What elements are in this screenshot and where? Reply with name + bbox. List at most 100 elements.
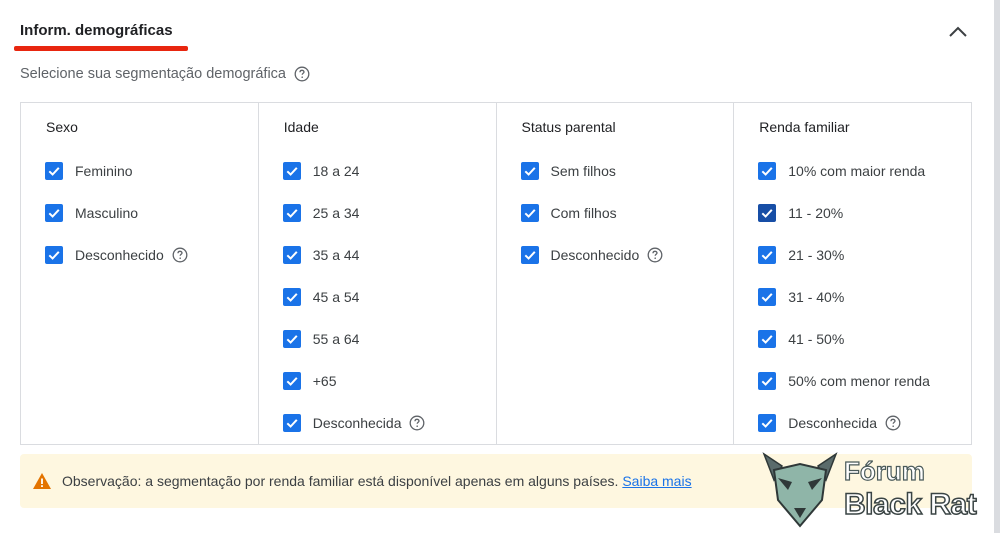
help-icon[interactable]: [647, 247, 663, 263]
checkbox-option[interactable]: 55 a 64: [282, 327, 360, 351]
checkbox[interactable]: [520, 162, 539, 180]
note-text: Observação: a segmentação por renda fami…: [62, 473, 692, 489]
column-title: Sexo: [46, 119, 78, 135]
checkbox-option[interactable]: Desconhecida: [282, 411, 426, 435]
checkbox[interactable]: [758, 414, 777, 432]
subtitle: Selecione sua segmentação demográfica: [20, 66, 286, 82]
checkbox-option[interactable]: 41 - 50%: [758, 327, 844, 351]
checkbox-option[interactable]: 35 a 44: [282, 243, 360, 267]
checkbox-option[interactable]: Com filhos: [520, 201, 617, 225]
checkbox-label: Desconhecido: [75, 247, 164, 263]
help-icon[interactable]: [294, 66, 310, 82]
checkbox[interactable]: [282, 162, 301, 180]
checkmark-icon: [286, 293, 298, 302]
checkbox-label: Desconhecido: [550, 247, 640, 263]
header-title: Inform. demográficas: [20, 22, 173, 39]
collapse-button[interactable]: [944, 18, 972, 46]
checkmark-icon: [524, 167, 536, 176]
checkbox-label: Masculino: [75, 205, 139, 221]
checkbox-label: 25 a 34: [312, 205, 360, 221]
rat-logo-icon: [762, 452, 838, 528]
watermark: Fórum Black Rat: [760, 448, 990, 530]
checkmark-icon: [761, 209, 773, 218]
checkbox[interactable]: [746, 192, 789, 234]
checkbox-option[interactable]: 21 - 30%: [758, 243, 844, 267]
checkbox-option[interactable]: 11 - 20%: [746, 192, 844, 234]
checkbox[interactable]: [282, 372, 301, 390]
checkbox-label: 18 a 24: [312, 163, 360, 179]
checkmark-icon: [48, 251, 60, 260]
help-icon[interactable]: [172, 247, 188, 263]
checkmark-icon: [524, 209, 536, 218]
checkbox[interactable]: [520, 204, 539, 222]
checkbox-option[interactable]: +65: [282, 369, 337, 393]
checkmark-icon: [286, 209, 298, 218]
checkmark-icon: [761, 377, 773, 386]
checkbox-option[interactable]: 10% com maior renda: [758, 159, 925, 183]
help-icon[interactable]: [409, 415, 425, 431]
checkmark-icon: [761, 293, 773, 302]
scrollbar[interactable]: [994, 0, 1000, 533]
checkbox-label: 41 - 50%: [788, 331, 845, 347]
checkbox-label: 50% com menor renda: [788, 373, 930, 389]
checkbox-option[interactable]: 50% com menor renda: [758, 369, 930, 393]
checkbox-label: Sem filhos: [550, 163, 616, 179]
column-renda-familiar: Renda familiar 10% com maior renda 11 - 20…: [734, 103, 971, 444]
checkmark-icon: [286, 335, 298, 344]
demographics-grid: Sexo Feminino Masculino Desconhecido Idade 1…: [20, 102, 972, 445]
checkbox[interactable]: [282, 414, 301, 432]
checkbox-label: 35 a 44: [312, 247, 360, 263]
checkbox[interactable]: [758, 330, 777, 348]
checkbox[interactable]: [520, 246, 539, 264]
column-idade: Idade 18 a 24 25 a 34 35 a 44 45 a 54 55 a 64…: [259, 103, 497, 444]
checkbox[interactable]: [282, 204, 301, 222]
checkmark-icon: [761, 167, 773, 176]
checkbox-option[interactable]: 25 a 34: [282, 201, 360, 225]
subtitle-row: Selecione sua segmentação demográfica: [20, 66, 310, 82]
checkmark-icon: [286, 167, 298, 176]
watermark-line2: Black Rat: [843, 487, 977, 522]
checkbox-label: Com filhos: [550, 205, 617, 221]
checkbox-label: Feminino: [75, 163, 133, 179]
checkmark-icon: [48, 209, 60, 218]
column-status-parental: Status parental Sem filhos Com filhos Desco…: [497, 103, 735, 444]
checkbox-label: 11 - 20%: [788, 205, 844, 221]
checkmark-icon: [48, 167, 60, 176]
checkbox[interactable]: [45, 204, 63, 222]
checkbox-option[interactable]: Masculino: [45, 201, 138, 225]
checkbox[interactable]: [45, 162, 63, 180]
checkbox-option[interactable]: Desconhecido: [45, 243, 188, 267]
checkmark-icon: [524, 251, 536, 260]
checkbox[interactable]: [282, 330, 301, 348]
checkmark-icon: [286, 251, 298, 260]
checkbox[interactable]: [758, 162, 777, 180]
checkbox-option[interactable]: 18 a 24: [282, 159, 360, 183]
header-underline: [14, 46, 188, 51]
checkbox-option[interactable]: Desconhecido: [520, 243, 664, 267]
checkbox[interactable]: [282, 246, 301, 264]
checkbox[interactable]: [45, 246, 63, 264]
learn-more-link[interactable]: Saiba mais: [622, 473, 691, 489]
help-icon[interactable]: [885, 415, 901, 431]
checkbox[interactable]: [758, 372, 777, 390]
checkbox-option[interactable]: Sem filhos: [520, 159, 616, 183]
checkbox-label: 31 - 40%: [788, 289, 845, 305]
checkbox-label: 55 a 64: [312, 331, 360, 347]
checkmark-icon: [286, 377, 298, 386]
column-sexo: Sexo Feminino Masculino Desconhecido: [21, 103, 259, 444]
checkbox[interactable]: [758, 246, 777, 264]
checkmark-icon: [761, 251, 773, 260]
checkbox-option[interactable]: Feminino: [45, 159, 133, 183]
checkbox-option[interactable]: 31 - 40%: [758, 285, 844, 309]
checkbox[interactable]: [758, 288, 777, 306]
checkbox-label: Desconhecida: [788, 415, 877, 431]
checkbox-label: +65: [312, 373, 337, 389]
checkbox[interactable]: [282, 288, 301, 306]
chevron-up-icon: [949, 26, 967, 37]
checkmark-icon: [761, 335, 773, 344]
checkbox-option[interactable]: Desconhecida: [758, 411, 901, 435]
checkbox-option[interactable]: 45 a 54: [282, 285, 359, 309]
checkmark-icon: [761, 419, 773, 428]
checkbox-label: Desconhecida: [312, 415, 402, 431]
column-title: Idade: [283, 119, 319, 135]
